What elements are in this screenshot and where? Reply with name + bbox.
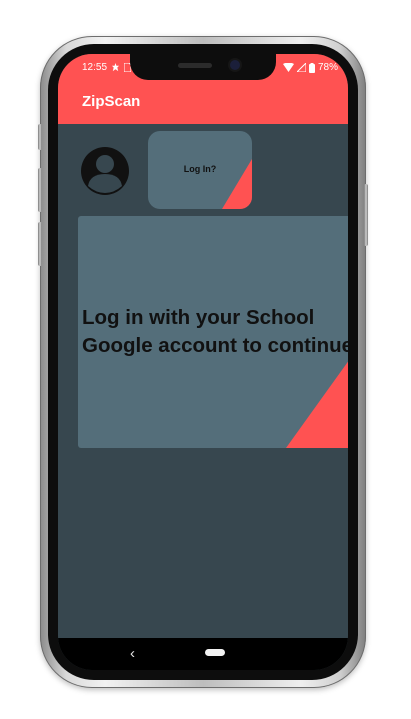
login-message-card: Log in with your School Google account t… [78,216,348,448]
phone-bezel: 12:55 78% ZipScan Log In? Log in with yo… [48,44,358,680]
device-screen: 12:55 78% ZipScan Log In? Log in with yo… [58,54,348,670]
login-button[interactable]: Log In? [148,131,252,209]
app-title: ZipScan [82,93,141,110]
status-time: 12:55 [82,62,108,73]
volume-up-button [38,124,42,150]
front-camera [230,60,240,70]
phone-frame: 12:55 78% ZipScan Log In? Log in with yo… [38,36,368,688]
corner-accent [286,361,348,448]
app-bar: ZipScan [58,80,348,124]
volume-down-button [38,168,42,212]
notification-icon [111,63,120,72]
mute-switch [38,222,42,266]
speaker-grille [178,63,212,68]
power-button [364,184,368,246]
phone-notch [130,54,276,80]
status-right: 78% [282,62,338,73]
wifi-icon [282,63,294,72]
login-message-line-1: Log in with your School [82,306,315,329]
back-button[interactable]: ‹ [130,644,135,664]
corner-accent [222,159,252,209]
status-left: 12:55 [82,62,132,73]
system-nav-bar: ‹ [58,638,348,670]
battery-percent: 78% [317,62,338,73]
signal-icon [296,63,306,72]
home-button[interactable] [205,649,225,656]
battery-icon [308,62,315,73]
login-message: Log in with your School Google account t… [82,304,348,360]
account-avatar-icon[interactable] [80,146,130,196]
